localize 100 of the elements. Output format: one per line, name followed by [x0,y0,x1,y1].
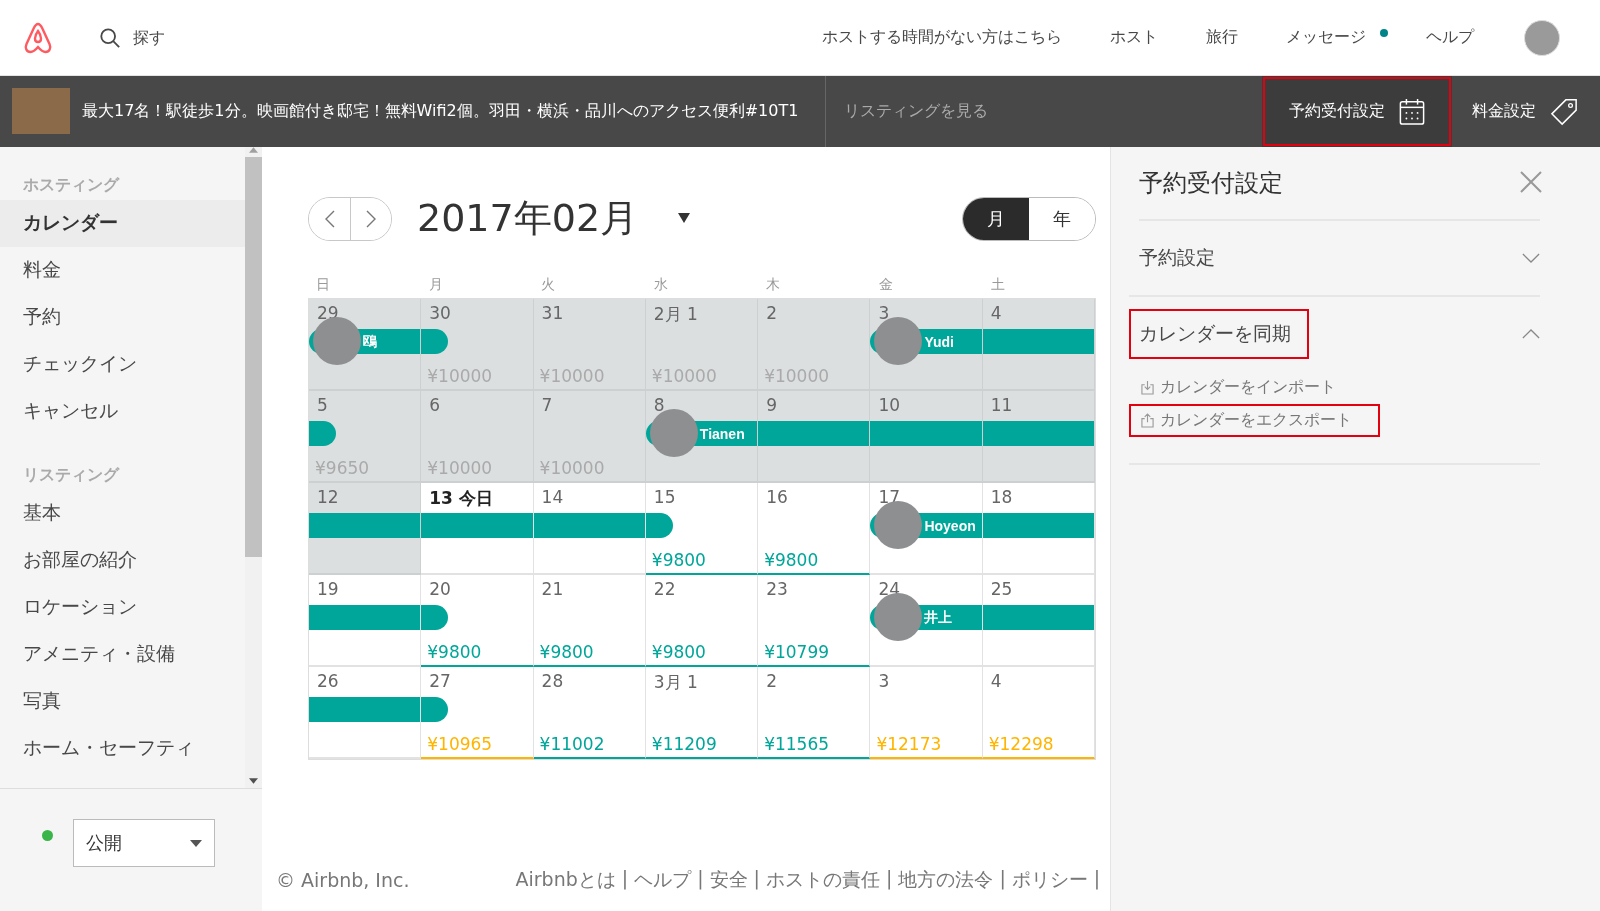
sidebar-item[interactable]: キャンセル [0,388,245,435]
export-icon [1141,413,1154,428]
day-cell[interactable]: 8 Tianen [645,391,759,483]
day-number: 3 [878,303,890,323]
guest-name: Hoyeon [924,517,976,534]
day-cell[interactable]: 3月 1 ¥11209 [645,667,759,759]
day-cell[interactable]: 4 ¥12298 [982,667,1095,759]
accordion-header[interactable]: 予約設定 [1129,221,1540,295]
day-cell[interactable]: 27 ¥10965 [421,667,534,759]
footer-link[interactable]: ヘルプ [634,867,692,893]
day-cell[interactable]: 12 [309,483,422,575]
section-heading: ホスティング [22,174,121,196]
day-cell[interactable]: 24 井上 [870,575,983,667]
sidebar-item[interactable]: 予約 [0,294,245,341]
day-cell[interactable]: 26 [309,667,422,759]
guest-name: Yudi [924,333,954,350]
status-dot [42,829,53,841]
nav-link[interactable]: ホスト [1086,21,1182,54]
day-cell[interactable]: 23 ¥10799 [758,575,871,667]
day-number: 19 [317,579,339,599]
day-number: 2月 1 [653,303,698,326]
day-number: 10 [878,395,901,415]
toolbar-button[interactable]: 予約受付設定 [1262,76,1452,147]
guest-avatar [649,409,698,457]
visibility-select[interactable]: 公開 [73,819,215,867]
sidebar-item[interactable]: ホーム・セーフティ [0,725,245,772]
nav-link[interactable]: ホストする時間がない方はこちら [798,21,1086,54]
footer-link[interactable]: ホストの責任 [766,867,880,893]
day-number: 5 [317,395,328,415]
sidebar-item[interactable]: お部屋の紹介 [0,537,245,584]
sidebar-item[interactable]: カレンダー [0,200,245,247]
sidebar-item[interactable]: 基本 [0,490,245,537]
day-number: 22 [653,579,676,599]
booking-bar[interactable] [421,697,449,722]
day-number: 23 [766,579,788,599]
user-avatar[interactable] [1524,19,1560,56]
day-cell[interactable]: 29 鴎 [309,299,422,391]
accordion-header[interactable]: カレンダーを同期 [1129,297,1540,371]
day-cell[interactable]: 11 [982,391,1095,483]
guest-avatar [874,501,923,549]
nav-link[interactable]: 旅行 [1182,21,1262,54]
day-number: 2 [766,303,777,323]
sidebar-item[interactable]: チェックイン [0,341,245,388]
separator-text: | [999,867,1006,892]
day-number: 17 [878,487,901,507]
calendar-icon [1399,97,1425,126]
sync-option-link[interactable]: カレンダーをインポート [1129,371,1364,404]
day-cell[interactable]: 15 ¥9800 [645,483,759,575]
day-cell[interactable]: 17 Hoyeon [870,483,983,575]
view-tab[interactable]: 月 [963,197,1029,240]
nav-link[interactable]: ヘルプ [1402,21,1498,54]
day-number: 24 [878,579,901,599]
weekday-label: 月 [427,276,443,294]
sync-option-link[interactable]: カレンダーをエクスポート [1129,404,1380,437]
day-cell[interactable]: 3 ¥12173 [870,667,983,759]
booking-bar[interactable] [309,421,336,446]
day-number: 29 [317,303,339,323]
booking-bar[interactable] [421,605,449,630]
booking-bar[interactable] [645,513,673,538]
sidebar-item[interactable]: ロケーション [0,584,245,631]
day-cell[interactable]: 4 [982,299,1095,391]
guest-avatar [313,317,361,365]
day-number: 18 [990,487,1013,507]
footer-link[interactable]: 安全 [709,867,748,893]
sidebar-item[interactable]: 料金 [0,247,245,294]
footer-link[interactable]: Airbnbとは [515,867,616,893]
day-cell[interactable]: 28 ¥11002 [533,667,646,759]
footer-link[interactable]: ポリシー [1011,867,1088,893]
day-cell[interactable]: 14 [533,483,646,575]
guest-avatar [874,593,923,641]
search-icon [99,26,121,49]
nightly-price: ¥9800 [651,642,706,662]
day-cell[interactable]: 22 ¥9800 [645,575,759,667]
day-cell[interactable]: 2 ¥11565 [758,667,871,759]
day-cell[interactable]: 20 ¥9800 [421,575,534,667]
sidebar-item[interactable]: アメニティ・設備 [0,631,245,678]
sidebar-item[interactable]: 写真 [0,678,245,725]
search-field[interactable]: 探す [133,26,333,49]
scrollbar[interactable] [245,147,262,788]
footer-link[interactable]: 地方の法令 [898,867,994,893]
day-cell[interactable]: 9 [758,391,871,483]
day-number: 30 [429,303,451,323]
view-listing-link[interactable]: リスティングを見る [844,101,989,122]
day-cell[interactable]: 16 ¥9800 [758,483,871,575]
weekday-label: 木 [765,276,781,294]
day-cell[interactable]: 10 [870,391,983,483]
day-cell[interactable]: 13 今日 [421,483,534,575]
day-cell[interactable]: 18 [982,483,1095,575]
logo-icon [22,20,54,55]
next-month-button[interactable] [350,197,391,240]
nav-link[interactable]: メッセージ [1262,21,1402,54]
day-number: 28 [541,671,564,691]
day-number: 6 [429,395,441,415]
day-cell[interactable]: 3 Yudi [870,299,983,391]
toolbar-button[interactable]: 料金設定 [1452,76,1600,147]
day-cell[interactable]: 25 [982,575,1095,667]
day-cell[interactable]: 19 [309,575,422,667]
weekday-label: 日 [315,276,330,294]
day-cell[interactable]: 21 ¥9800 [533,575,646,667]
booking-bar[interactable] [421,329,449,354]
